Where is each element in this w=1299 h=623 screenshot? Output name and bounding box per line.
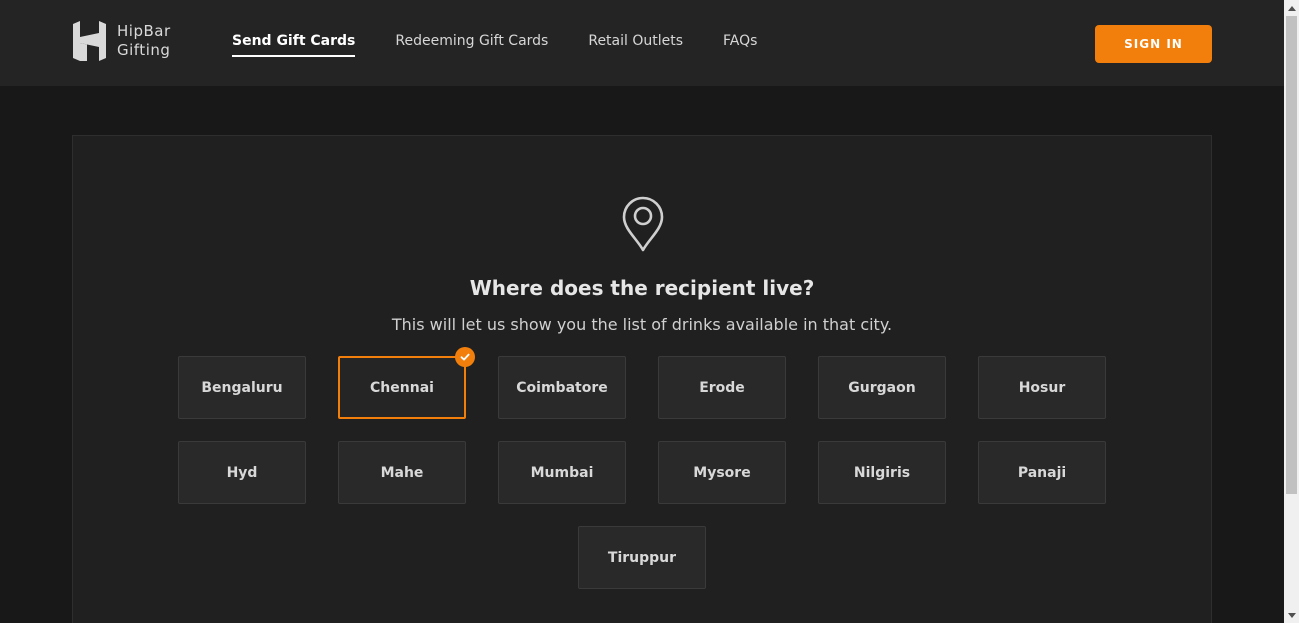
sign-in-button[interactable]: SIGN IN bbox=[1095, 25, 1212, 63]
hipbar-logo-icon bbox=[73, 21, 106, 61]
city-option-gurgaon[interactable]: Gurgaon bbox=[818, 356, 946, 419]
city-label: Hosur bbox=[1018, 379, 1066, 396]
city-option-mysore[interactable]: Mysore bbox=[658, 441, 786, 504]
city-label: Mumbai bbox=[530, 464, 594, 481]
city-label: Mahe bbox=[380, 464, 424, 481]
city-label: Mysore bbox=[693, 464, 751, 481]
city-option-hosur[interactable]: Hosur bbox=[978, 356, 1106, 419]
city-option-chennai[interactable]: Chennai bbox=[338, 347, 475, 419]
city-label: Panaji bbox=[1017, 464, 1067, 481]
location-question: Where does the recipient live? bbox=[469, 276, 815, 300]
brand-name: HipBar Gifting bbox=[117, 22, 171, 60]
city-label: Bengaluru bbox=[201, 379, 283, 396]
brand-line-1: HipBar bbox=[117, 22, 171, 40]
city-label: Hyd bbox=[226, 464, 258, 481]
scrollbar-thumb[interactable] bbox=[1286, 16, 1297, 494]
scroll-up-arrow-icon[interactable] bbox=[1284, 1, 1299, 15]
city-option-nilgiris[interactable]: Nilgiris bbox=[818, 441, 946, 504]
brand-logo[interactable]: HipBar Gifting bbox=[71, 21, 181, 61]
location-subtext: This will let us show you the list of dr… bbox=[391, 315, 893, 334]
brand-line-2: Gifting bbox=[117, 41, 171, 59]
page: HipBar Gifting Send Gift Cards Redeeming… bbox=[0, 0, 1284, 623]
vertical-scrollbar[interactable] bbox=[1284, 0, 1299, 623]
city-option-coimbatore[interactable]: Coimbatore bbox=[498, 356, 626, 419]
city-label: Gurgaon bbox=[848, 379, 916, 396]
city-option-erode[interactable]: Erode bbox=[658, 356, 786, 419]
nav-retail-outlets[interactable]: Retail Outlets bbox=[588, 31, 683, 57]
city-option-mahe[interactable]: Mahe bbox=[338, 441, 466, 504]
nav-faqs[interactable]: FAQs bbox=[723, 31, 757, 57]
main-nav: Send Gift Cards Redeeming Gift Cards Ret… bbox=[232, 31, 757, 57]
scroll-down-arrow-icon[interactable] bbox=[1284, 608, 1299, 622]
nav-send-gift-cards[interactable]: Send Gift Cards bbox=[232, 31, 356, 57]
city-option-bengaluru[interactable]: Bengaluru bbox=[178, 356, 306, 419]
city-label: Chennai bbox=[370, 379, 434, 396]
city-label: Erode bbox=[699, 379, 745, 396]
city-label: Tiruppur bbox=[607, 549, 677, 566]
nav-redeeming-gift-cards[interactable]: Redeeming Gift Cards bbox=[395, 31, 548, 57]
city-label: Coimbatore bbox=[516, 379, 608, 396]
city-selection-panel: Where does the recipient live? This will… bbox=[72, 135, 1212, 623]
city-option-mumbai[interactable]: Mumbai bbox=[498, 441, 626, 504]
city-option-hyd[interactable]: Hyd bbox=[178, 441, 306, 504]
city-label: Nilgiris bbox=[853, 464, 911, 481]
check-icon bbox=[455, 347, 475, 367]
location-pin-icon bbox=[622, 196, 664, 252]
city-option-tiruppur[interactable]: Tiruppur bbox=[578, 526, 706, 589]
city-option-panaji[interactable]: Panaji bbox=[978, 441, 1106, 504]
top-header: HipBar Gifting Send Gift Cards Redeeming… bbox=[0, 0, 1284, 86]
